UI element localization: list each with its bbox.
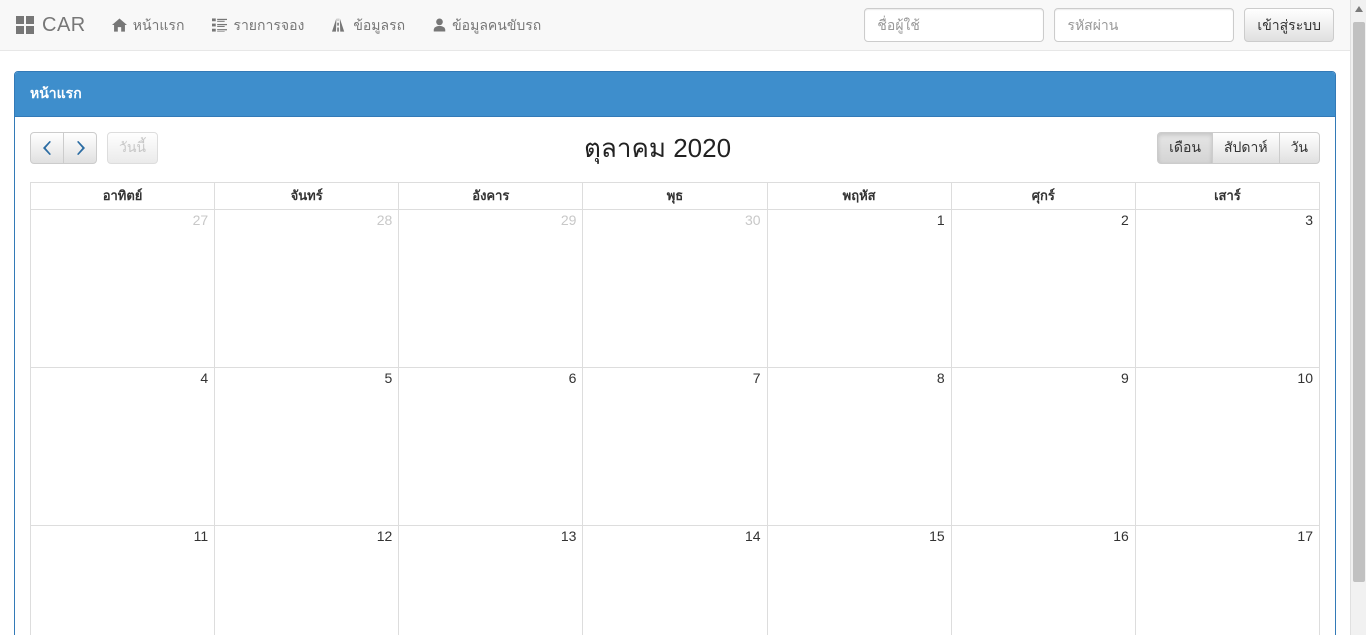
day-header-tuesday: อังคาร	[399, 183, 584, 209]
calendar-day-cell[interactable]: 29	[399, 210, 584, 367]
home-icon	[111, 18, 127, 32]
calendar-day-cell[interactable]: 27	[31, 210, 216, 367]
page-scrollbar[interactable]	[1350, 0, 1366, 635]
nav-item-booking-list-label: รายการจอง	[233, 17, 305, 33]
calendar-day-number: 16	[1113, 528, 1129, 544]
calendar-week-row: 11 12 13 14 15 16 17	[31, 526, 1319, 635]
calendar-title: ตุลาคม 2020	[584, 133, 732, 163]
nav-item-driver-info[interactable]: ข้อมูลคนขับรถ	[419, 0, 555, 50]
chevron-left-icon	[42, 141, 52, 155]
day-header-friday: ศุกร์	[952, 183, 1136, 209]
calendar-day-headers: อาทิตย์ จันทร์ อังคาร พุธ พฤหัส ศุกร์ เส…	[31, 183, 1319, 210]
day-header-saturday: เสาร์	[1214, 188, 1241, 203]
calendar-day-cell[interactable]: 5	[215, 368, 400, 525]
calendar-day-cell[interactable]: 16	[951, 526, 1136, 635]
scrollbar-thumb[interactable]	[1353, 22, 1365, 582]
toolbar-right: เดือน สัปดาห์ วัน	[1157, 132, 1320, 164]
calendar-day-cell[interactable]: 11	[31, 526, 216, 635]
calendar-day-number: 10	[1297, 370, 1313, 386]
calendar-week-row: 27 28 29 30 1 2 3	[31, 210, 1319, 368]
calendar-day-cell[interactable]: 3	[1135, 210, 1319, 367]
calendar-day-number: 30	[744, 212, 761, 228]
calendar-day-cell[interactable]: 17	[1135, 526, 1319, 635]
calendar-week-row: 4 5 6 7 8 9 10	[31, 368, 1319, 526]
calendar-day-number: 9	[1121, 370, 1129, 386]
scroll-up-arrow-icon[interactable]	[1351, 0, 1366, 17]
road-icon	[332, 18, 347, 32]
calendar-day-cell[interactable]: 14	[583, 526, 768, 635]
calendar-day-number: 8	[936, 370, 945, 386]
brand-logo[interactable]: CAR	[12, 0, 98, 50]
calendar-day-number: 1	[936, 212, 945, 228]
view-day-button[interactable]: วัน	[1278, 132, 1320, 164]
username-input[interactable]	[864, 8, 1045, 42]
prev-month-button[interactable]	[30, 132, 64, 164]
calendar-day-cell[interactable]: 4	[31, 368, 216, 525]
nav-item-car-info-label: ข้อมูลรถ	[353, 17, 406, 33]
nav-item-driver-info-label: ข้อมูลคนขับรถ	[452, 17, 542, 33]
calendar-day-cell[interactable]: 15	[767, 526, 952, 635]
calendar-panel: หน้าแรก วันนี้ ตุลาคม 2020 เดือน สัปดาห์…	[14, 71, 1336, 635]
calendar-month-view: อาทิตย์ จันทร์ อังคาร พุธ พฤหัส ศุกร์ เส…	[30, 182, 1320, 635]
calendar-day-number: 15	[929, 528, 945, 544]
password-input[interactable]	[1054, 8, 1235, 42]
calendar-weeks: 2728293012345678910111213141516171819202…	[31, 210, 1319, 635]
login-button[interactable]: เข้าสู่ระบบ	[1244, 8, 1334, 42]
calendar-day-number: 2	[1121, 212, 1129, 228]
navbar: CAR หน้าแรก รายการจอง ข้อมูลรถ ข้อมูลคนข…	[0, 0, 1350, 51]
list-icon	[212, 18, 228, 32]
grid-icon	[16, 16, 34, 34]
calendar-toolbar: วันนี้ ตุลาคม 2020 เดือน สัปดาห์ วัน	[30, 132, 1320, 168]
brand-label: CAR	[42, 14, 86, 36]
calendar-day-number: 14	[744, 528, 761, 544]
navbar-left: CAR หน้าแรก รายการจอง ข้อมูลรถ ข้อมูลคนข…	[12, 0, 555, 50]
nav-item-booking-list[interactable]: รายการจอง	[198, 0, 318, 50]
calendar-day-number: 27	[192, 212, 209, 228]
chevron-right-icon	[76, 141, 85, 155]
calendar-day-number: 5	[384, 370, 393, 386]
calendar-day-number: 11	[193, 528, 209, 544]
calendar-day-number: 28	[376, 212, 393, 228]
day-header-thursday: พฤหัส	[768, 183, 952, 209]
nav-item-home[interactable]: หน้าแรก	[98, 0, 199, 50]
nav-item-home-label: หน้าแรก	[132, 17, 185, 33]
calendar-day-cell[interactable]: 8	[767, 368, 952, 525]
calendar-day-cell[interactable]: 2	[951, 210, 1136, 367]
calendar-day-number: 4	[200, 370, 209, 386]
calendar-day-number: 17	[1297, 528, 1313, 544]
calendar-day-cell[interactable]: 30	[583, 210, 768, 367]
calendar-day-cell[interactable]: 9	[951, 368, 1136, 525]
calendar-day-number: 7	[752, 370, 761, 386]
user-icon	[433, 18, 446, 32]
calendar-day-cell[interactable]: 6	[399, 368, 584, 525]
day-header-wednesday: พุธ	[583, 183, 768, 209]
panel-heading: หน้าแรก	[15, 72, 1335, 117]
nav-item-car-info[interactable]: ข้อมูลรถ	[318, 0, 419, 50]
calendar-day-number: 13	[560, 528, 577, 544]
calendar-day-cell[interactable]: 7	[583, 368, 768, 525]
calendar-day-number: 29	[560, 212, 577, 228]
calendar-day-number: 6	[568, 370, 577, 386]
day-header-sunday: อาทิตย์	[31, 183, 216, 209]
nav-button-group	[30, 132, 97, 164]
calendar-day-cell[interactable]: 13	[399, 526, 584, 635]
view-week-button[interactable]: สัปดาห์	[1211, 132, 1280, 164]
next-month-button[interactable]	[63, 132, 97, 164]
calendar-day-number: 12	[376, 528, 393, 544]
calendar-day-cell[interactable]: 1	[767, 210, 952, 367]
panel-body: วันนี้ ตุลาคม 2020 เดือน สัปดาห์ วัน อาท…	[15, 117, 1335, 635]
login-form: เข้าสู่ระบบ	[864, 0, 1334, 50]
calendar-day-cell[interactable]: 10	[1135, 368, 1319, 525]
calendar-day-cell[interactable]: 28	[215, 210, 400, 367]
calendar-day-cell[interactable]: 12	[215, 526, 400, 635]
day-header-monday: จันทร์	[215, 183, 400, 209]
today-button[interactable]: วันนี้	[107, 132, 159, 164]
calendar-day-number: 3	[1305, 212, 1313, 228]
toolbar-left: วันนี้	[30, 132, 159, 164]
page-container: หน้าแรก วันนี้ ตุลาคม 2020 เดือน สัปดาห์…	[0, 51, 1350, 635]
view-month-button[interactable]: เดือน	[1157, 132, 1213, 164]
view-button-group: เดือน สัปดาห์ วัน	[1157, 132, 1320, 164]
